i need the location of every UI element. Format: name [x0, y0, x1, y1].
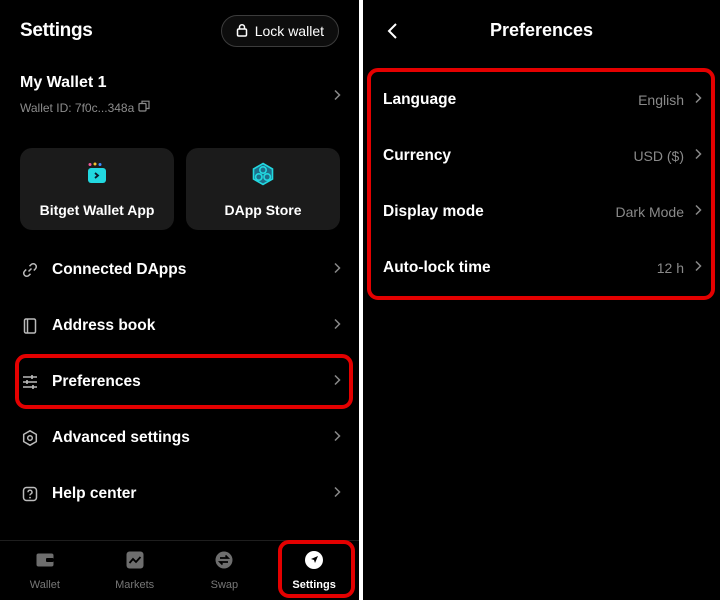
card-label: DApp Store [224, 201, 302, 218]
wallet-icon [35, 550, 55, 573]
pref-item-value: Dark Mode [615, 204, 684, 220]
wallet-name: My Wallet 1 [20, 74, 107, 91]
chevron-right-icon [333, 373, 341, 391]
menu-item-label: Advanced settings [52, 429, 190, 446]
pref-item-value: English [638, 92, 684, 108]
lock-wallet-button[interactable]: Lock wallet [220, 15, 339, 47]
pref-item-value: 12 h [656, 260, 684, 276]
tab-label: Settings [292, 579, 336, 591]
chevron-right-icon [694, 259, 702, 277]
bottom-tab-bar: Wallet Markets Swap Settings [0, 540, 359, 600]
tab-markets[interactable]: Markets [90, 541, 180, 600]
settings-header: Settings Lock wallet [20, 15, 339, 47]
sliders-icon [20, 372, 40, 392]
page-title: Preferences [489, 20, 594, 40]
menu-item-address-book[interactable]: Address book [20, 306, 341, 346]
book-icon [20, 316, 40, 336]
pref-item-label: Language [383, 91, 457, 108]
dapp-store-icon [250, 161, 276, 192]
pref-item-auto-lock-time[interactable]: Auto-lock time 12 h [383, 248, 702, 288]
chevron-right-icon [694, 147, 702, 165]
tab-label: Swap [210, 579, 239, 591]
pref-item-label: Display mode [383, 203, 484, 220]
tab-swap[interactable]: Swap [180, 541, 270, 600]
pref-item-language[interactable]: Language English [383, 80, 702, 120]
chevron-right-icon [333, 485, 341, 503]
settings-screen: Settings Lock wallet My Wallet 1 Wallet … [0, 0, 359, 600]
chart-icon [125, 550, 145, 573]
menu-item-label: Address book [52, 317, 156, 334]
wallet-id: Wallet ID: 7f0c...348a [20, 100, 341, 115]
swap-icon [214, 550, 234, 573]
preferences-screen: Preferences Language English Currency US… [363, 0, 720, 600]
lock-wallet-label: Lock wallet [254, 23, 324, 39]
card-label: Bitget Wallet App [39, 201, 155, 218]
pref-item-display-mode[interactable]: Display mode Dark Mode [383, 192, 702, 232]
dapp-store-card[interactable]: DApp Store [186, 148, 340, 230]
hexagon-icon [20, 428, 40, 448]
wallet-id-text: Wallet ID: 7f0c...348a [20, 100, 135, 115]
tab-wallet[interactable]: Wallet [0, 541, 90, 600]
quick-cards: Bitget Wallet App DApp Store [20, 148, 340, 230]
lock-icon [235, 23, 249, 40]
chevron-right-icon [333, 88, 341, 106]
chevron-right-icon [694, 203, 702, 221]
wallet-row[interactable]: My Wallet 1 Wallet ID: 7f0c...348a [20, 74, 341, 124]
copy-icon[interactable] [138, 100, 150, 115]
pref-item-label: Currency [383, 147, 452, 164]
compass-icon [304, 550, 324, 573]
tab-settings[interactable]: Settings [269, 541, 359, 600]
chevron-right-icon [333, 429, 341, 447]
menu-item-help-center[interactable]: Help center [20, 474, 341, 514]
bitget-wallet-app-card[interactable]: Bitget Wallet App [20, 148, 174, 230]
help-icon [20, 484, 40, 504]
menu-item-connected-dapps[interactable]: Connected DApps [20, 250, 341, 290]
menu-item-preferences[interactable]: Preferences [20, 362, 341, 402]
menu-item-advanced-settings[interactable]: Advanced settings [20, 418, 341, 458]
preferences-header: Preferences [363, 14, 720, 48]
app-icon [84, 161, 110, 192]
chevron-right-icon [333, 261, 341, 279]
pref-item-value: USD ($) [633, 148, 684, 164]
menu-item-label: Help center [52, 485, 137, 502]
chevron-right-icon [333, 317, 341, 335]
menu-item-label: Preferences [52, 373, 141, 390]
link-icon [20, 260, 40, 280]
tab-label: Markets [115, 579, 155, 591]
page-title: Settings [20, 20, 93, 41]
pref-item-label: Auto-lock time [383, 259, 491, 276]
tab-label: Wallet [29, 579, 60, 591]
menu-item-label: Connected DApps [52, 261, 187, 278]
pref-item-currency[interactable]: Currency USD ($) [383, 136, 702, 176]
chevron-right-icon [694, 91, 702, 109]
